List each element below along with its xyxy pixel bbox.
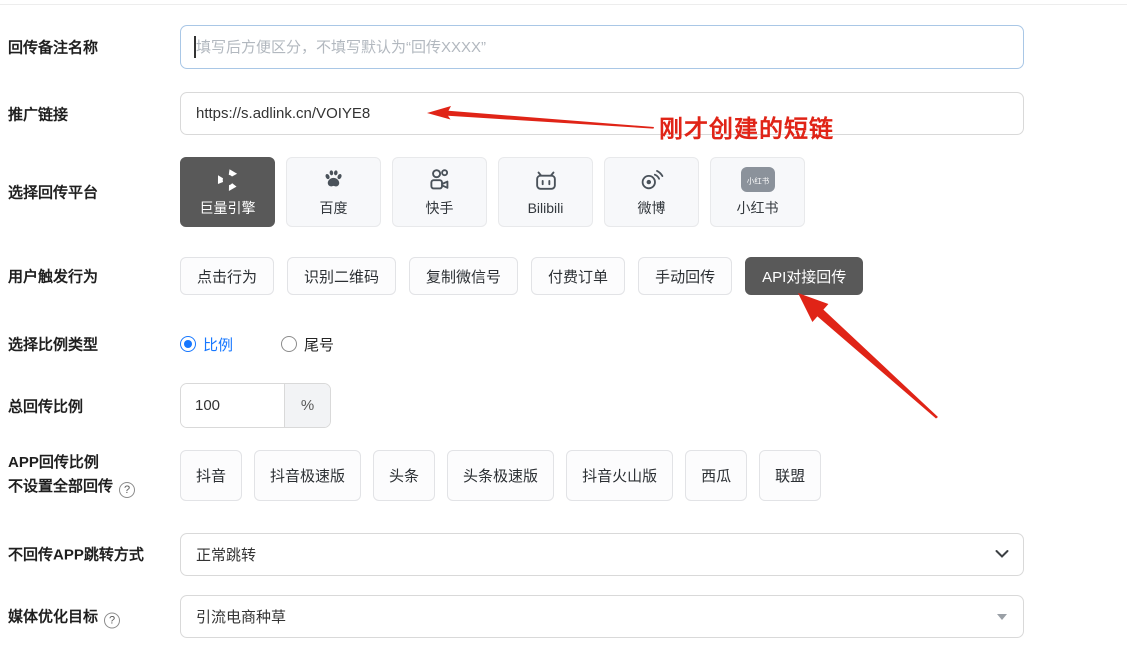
row-jump-mode: 不回传APP跳转方式 正常跳转 xyxy=(0,533,1127,575)
radio-selected-icon xyxy=(180,336,196,352)
platform-oceanengine[interactable]: 巨量引擎 xyxy=(180,157,275,227)
jump-mode-value: 正常跳转 xyxy=(196,544,256,565)
jump-mode-select[interactable]: 正常跳转 xyxy=(180,533,1024,576)
media-goal-label: 媒体优化目标? xyxy=(8,605,120,628)
ratio-type-label: 选择比例类型 xyxy=(8,334,98,355)
kuaishou-icon xyxy=(427,167,452,193)
row-promo-link: 推广链接 xyxy=(0,92,1127,135)
text-cursor xyxy=(194,36,196,58)
oceanengine-icon xyxy=(215,167,241,193)
app-douyin-button[interactable]: 抖音 xyxy=(180,450,242,501)
total-ratio-input[interactable] xyxy=(181,384,284,427)
media-goal-value: 引流电商种草 xyxy=(196,606,286,627)
platform-label-text: 小红书 xyxy=(737,198,779,218)
app-ratio-label: APP回传比例 不设置全部回传? xyxy=(8,451,135,499)
row-trigger: 用户触发行为 点击行为 识别二维码 复制微信号 付费订单 手动回传 API对接回… xyxy=(0,257,1127,295)
trigger-paid-order-button[interactable]: 付费订单 xyxy=(531,257,625,295)
trigger-click-button[interactable]: 点击行为 xyxy=(180,257,274,295)
radio-tail-number[interactable]: 尾号 xyxy=(281,334,334,355)
callback-name-input[interactable] xyxy=(180,25,1024,69)
trigger-copy-wechat-button[interactable]: 复制微信号 xyxy=(409,257,518,295)
row-app-ratio: APP回传比例 不设置全部回传? 抖音 抖音极速版 头条 头条极速版 抖音火山版… xyxy=(0,449,1127,501)
weibo-icon xyxy=(639,167,665,193)
promo-link-input[interactable] xyxy=(180,92,1024,135)
platform-baidu[interactable]: 百度 xyxy=(286,157,381,227)
platform-label-text: 微博 xyxy=(638,198,666,218)
media-goal-select[interactable]: 引流电商种草 xyxy=(180,595,1024,638)
caret-down-icon xyxy=(997,614,1007,620)
radio-ratio[interactable]: 比例 xyxy=(180,334,233,355)
help-icon[interactable]: ? xyxy=(104,612,120,628)
jump-mode-label: 不回传APP跳转方式 xyxy=(8,544,144,565)
radio-unselected-icon xyxy=(281,336,297,352)
app-douyin-lite-button[interactable]: 抖音极速版 xyxy=(254,450,361,501)
promo-link-label: 推广链接 xyxy=(8,103,68,124)
app-lianmeng-button[interactable]: 联盟 xyxy=(759,450,821,501)
trigger-label: 用户触发行为 xyxy=(8,266,98,287)
platform-label-text: Bilibili xyxy=(528,200,564,216)
app-toutiao-button[interactable]: 头条 xyxy=(373,450,435,501)
platform-label-text: 快手 xyxy=(426,198,454,218)
percent-addon: % xyxy=(284,384,330,427)
platform-label-text: 巨量引擎 xyxy=(200,198,256,218)
total-ratio-group: % xyxy=(180,383,331,428)
callback-name-label: 回传备注名称 xyxy=(8,37,98,58)
platform-xiaohongshu[interactable]: 小红书 小红书 xyxy=(710,157,805,227)
app-xigua-button[interactable]: 西瓜 xyxy=(685,450,747,501)
row-platform: 选择回传平台 巨量引擎 xyxy=(0,157,1127,227)
row-total-ratio: 总回传比例 % xyxy=(0,383,1127,428)
platform-bilibili[interactable]: Bilibili xyxy=(498,157,593,227)
platform-weibo[interactable]: 微博 xyxy=(604,157,699,227)
trigger-qrcode-button[interactable]: 识别二维码 xyxy=(287,257,396,295)
app-toutiao-lite-button[interactable]: 头条极速版 xyxy=(447,450,554,501)
top-divider xyxy=(0,4,1127,5)
xiaohongshu-icon: 小红书 xyxy=(741,167,775,193)
help-icon[interactable]: ? xyxy=(119,482,135,498)
trigger-manual-button[interactable]: 手动回传 xyxy=(638,257,732,295)
bilibili-tv-icon xyxy=(533,169,559,195)
row-ratio-type: 选择比例类型 比例 尾号 xyxy=(0,331,1127,357)
platform-kuaishou[interactable]: 快手 xyxy=(392,157,487,227)
app-huoshan-button[interactable]: 抖音火山版 xyxy=(566,450,673,501)
platform-label-text: 百度 xyxy=(320,198,348,218)
row-callback-name: 回传备注名称 xyxy=(0,25,1127,69)
total-ratio-label: 总回传比例 xyxy=(8,395,83,416)
trigger-api-button[interactable]: API对接回传 xyxy=(745,257,863,295)
platform-label: 选择回传平台 xyxy=(8,182,98,203)
callback-config-form: 回传备注名称 推广链接 选择回传平台 xyxy=(0,0,1127,656)
row-media-goal: 媒体优化目标? 引流电商种草 xyxy=(0,595,1127,638)
baidu-paw-icon xyxy=(321,167,346,193)
xiaohongshu-badge-text: 小红书 xyxy=(746,175,769,185)
chevron-down-icon xyxy=(995,550,1009,559)
short-link-annotation: 刚才创建的短链 xyxy=(659,109,834,144)
